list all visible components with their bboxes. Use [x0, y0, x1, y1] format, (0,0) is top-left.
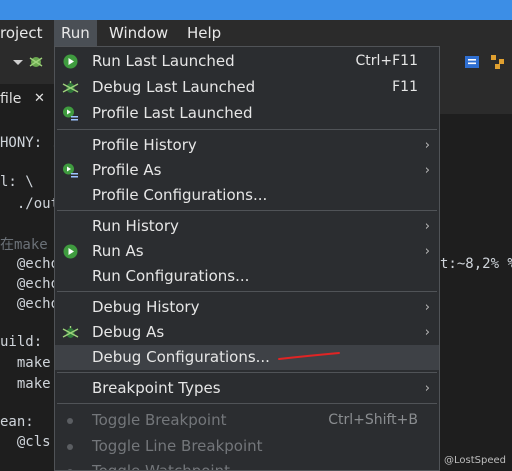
run-icon	[63, 244, 78, 259]
annotation-underline	[278, 352, 340, 360]
menu-item-run-history[interactable]: Run History ›	[55, 214, 439, 239]
menu-help[interactable]: Help	[187, 20, 221, 46]
run-menu: Run Last Launched Ctrl+F11 Debug Last La…	[54, 46, 440, 471]
menu-item-profile-history[interactable]: Profile History ›	[55, 133, 439, 158]
menu-bar: roject Run Window Help	[0, 20, 512, 46]
menu-separator	[57, 129, 437, 130]
menu-item-profile-as[interactable]: Profile As ›	[55, 158, 439, 183]
menu-separator	[57, 291, 437, 292]
debug-icon[interactable]	[28, 54, 44, 70]
menu-item-toggle-breakpoint[interactable]: Toggle Breakpoint Ctrl+Shift+B	[55, 408, 439, 433]
menu-project[interactable]: roject	[0, 20, 43, 46]
menu-item-toggle-watchpoint[interactable]: Toggle Watchpoint	[55, 459, 439, 470]
profile-icon	[63, 163, 78, 178]
menu-item-debug-last-launched[interactable]: Debug Last Launched F11	[55, 75, 439, 100]
menu-item-profile-configurations[interactable]: Profile Configurations...	[55, 183, 439, 208]
menu-run[interactable]: Run	[54, 20, 97, 46]
editor-tab[interactable]: file ✕	[0, 84, 54, 114]
breakpoint-icon	[67, 418, 73, 424]
dropdown-arrow-icon[interactable]	[10, 54, 26, 70]
chevron-right-icon: ›	[424, 300, 430, 315]
code-line: ean:	[0, 414, 34, 430]
code-line: @cls	[0, 434, 51, 450]
profile-icon	[63, 106, 78, 121]
outline-view-icon[interactable]	[464, 54, 480, 70]
menu-item-debug-history[interactable]: Debug History ›	[55, 295, 439, 320]
code-line: make	[0, 355, 51, 371]
code-line: uild:	[0, 334, 43, 350]
menu-item-debug-as[interactable]: Debug As ›	[55, 320, 439, 345]
close-icon[interactable]: ✕	[34, 84, 45, 114]
code-line: HONY: .	[0, 135, 60, 151]
menu-item-breakpoint-types[interactable]: Breakpoint Types ›	[55, 376, 439, 401]
menu-item-debug-configurations[interactable]: Debug Configurations...	[55, 345, 439, 370]
code-comment: 在make	[0, 237, 48, 253]
chevron-right-icon: ›	[424, 381, 430, 396]
menu-item-run-configurations[interactable]: Run Configurations...	[55, 264, 439, 289]
debug-icon	[62, 81, 79, 93]
editor-tab-label: file	[0, 91, 22, 107]
menu-window[interactable]: Window	[109, 20, 168, 46]
code-line: ./out	[0, 196, 60, 212]
chevron-right-icon: ›	[424, 325, 430, 340]
chevron-right-icon: ›	[424, 219, 430, 234]
chevron-right-icon: ›	[424, 138, 430, 153]
menu-item-run-last-launched[interactable]: Run Last Launched Ctrl+F11	[55, 49, 439, 74]
code-line: @echo	[0, 276, 60, 292]
code-line: @echo	[0, 256, 60, 272]
breakpoint-icon	[67, 444, 73, 450]
code-line: l: \	[0, 174, 34, 190]
debug-icon	[62, 326, 79, 338]
menu-item-toggle-line-breakpoint[interactable]: Toggle Line Breakpoint	[55, 434, 439, 459]
menu-item-profile-last-launched[interactable]: Profile Last Launched	[55, 101, 439, 126]
menu-separator	[57, 372, 437, 373]
menu-item-run-as[interactable]: Run As ›	[55, 239, 439, 264]
chevron-right-icon: ›	[424, 163, 430, 178]
code-line-tail: t:~8,2% %	[440, 256, 512, 272]
menu-separator	[57, 210, 437, 211]
code-line: @echo	[0, 296, 60, 312]
chevron-right-icon: ›	[424, 244, 430, 259]
run-icon	[63, 54, 78, 69]
type-hierarchy-icon[interactable]	[490, 54, 506, 70]
menu-separator	[57, 403, 437, 404]
window-title-bar	[0, 0, 512, 20]
code-line: make	[0, 376, 51, 392]
